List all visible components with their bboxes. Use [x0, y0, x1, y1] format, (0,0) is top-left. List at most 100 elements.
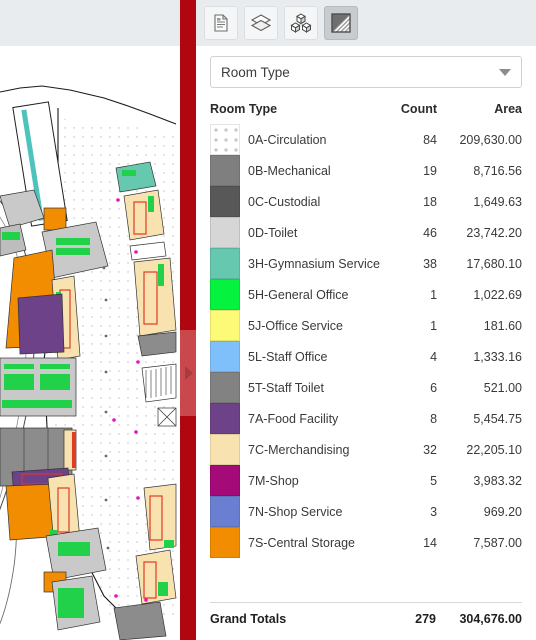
color-swatch: [210, 279, 240, 310]
layers-icon: [250, 14, 272, 32]
row-label: 5T-Staff Toilet: [248, 380, 324, 395]
row-label: 5L-Staff Office: [248, 349, 328, 364]
row-label: 5J-Office Service: [248, 318, 343, 333]
header-room-type[interactable]: Room Type: [210, 102, 380, 124]
table-row[interactable]: 5H-General Office 1 1,022.69: [210, 279, 522, 310]
row-count: 18: [423, 194, 438, 209]
chevron-down-icon: [499, 68, 511, 76]
row-label: 7M-Shop: [248, 473, 299, 488]
color-swatch: [210, 403, 240, 434]
row-count: 1: [430, 287, 438, 302]
grand-totals-container: Grand Totals 279 304,676.00: [196, 602, 536, 640]
row-area: 521.00: [483, 380, 522, 395]
legend-icon: [331, 13, 351, 33]
totals-divider: [210, 602, 522, 603]
row-area: 1,333.16: [473, 349, 522, 364]
panel-splitter[interactable]: [180, 0, 196, 640]
row-area: 17,680.10: [466, 256, 522, 271]
floor-plan-panel[interactable]: [0, 0, 180, 640]
row-color-swatch-cell: [210, 372, 240, 403]
row-area: 3,983.32: [473, 473, 522, 488]
row-label: 0A-Circulation: [248, 132, 327, 147]
grand-totals-area: 304,676.00: [459, 612, 522, 626]
row-count: 19: [423, 163, 438, 178]
header-area[interactable]: Area: [437, 102, 522, 124]
row-label: 7S-Central Storage: [248, 535, 356, 550]
grand-totals-count: 279: [415, 612, 436, 626]
legend-table: Room Type Count Area 0A-Circulation 84 209…: [210, 102, 522, 558]
row-area: 23,742.20: [466, 225, 522, 240]
color-swatch: [210, 217, 240, 248]
row-area: 1,022.69: [473, 287, 522, 302]
row-count: 84: [423, 132, 438, 147]
row-area: 22,205.10: [466, 442, 522, 457]
color-legend-button[interactable]: [324, 6, 358, 40]
row-color-swatch-cell: [210, 155, 240, 186]
row-label: 3H-Gymnasium Service: [248, 256, 380, 271]
row-color-swatch-cell: [210, 217, 240, 248]
table-row[interactable]: 0A-Circulation 84 209,630.00: [210, 124, 522, 155]
row-label: 0D-Toilet: [248, 225, 298, 240]
grand-totals-label: Grand Totals: [210, 612, 287, 626]
row-label: 0B-Mechanical: [248, 163, 331, 178]
color-swatch: [210, 465, 240, 496]
dropdown-selected-value: Room Type: [221, 64, 290, 80]
table-row[interactable]: 0D-Toilet 46 23,742.20: [210, 217, 522, 248]
row-area: 8,716.56: [473, 163, 522, 178]
table-row[interactable]: 3H-Gymnasium Service 38 17,680.10: [210, 248, 522, 279]
table-row[interactable]: 7C-Merchandising 32 22,205.10: [210, 434, 522, 465]
table-row[interactable]: 0C-Custodial 18 1,649.63: [210, 186, 522, 217]
row-area: 1,649.63: [473, 194, 522, 209]
row-count: 32: [423, 442, 438, 457]
row-count: 46: [423, 225, 438, 240]
floor-plan-drawing[interactable]: [0, 0, 180, 640]
row-count: 4: [430, 349, 438, 364]
header-count[interactable]: Count: [380, 102, 437, 124]
table-row[interactable]: 0B-Mechanical 19 8,716.56: [210, 155, 522, 186]
color-swatch: [210, 155, 240, 186]
table-row[interactable]: 7N-Shop Service 3 969.20: [210, 496, 522, 527]
row-color-swatch-cell: [210, 465, 240, 496]
table-row[interactable]: 5J-Office Service 1 181.60: [210, 310, 522, 341]
row-label: 7N-Shop Service: [248, 504, 343, 519]
panel-toolbar: [196, 0, 536, 46]
grand-totals-row: Grand Totals 279 304,676.00: [210, 612, 522, 640]
blocks-icon: [290, 13, 312, 33]
color-swatch: [210, 372, 240, 403]
row-label: 7C-Merchandising: [248, 442, 350, 457]
report-button[interactable]: [204, 6, 238, 40]
row-color-swatch-cell: [210, 434, 240, 465]
color-swatch: [210, 527, 240, 558]
table-row[interactable]: 7M-Shop 5 3,983.32: [210, 465, 522, 496]
filter-dropdown-container: Room Type: [196, 46, 536, 88]
layers-button[interactable]: [244, 6, 278, 40]
blocks-button[interactable]: [284, 6, 318, 40]
row-color-swatch-cell: [210, 186, 240, 217]
table-row[interactable]: 5L-Staff Office 4 1,333.16: [210, 341, 522, 372]
color-swatch: [210, 310, 240, 341]
application-window: Room Type Room Type Count Area 0A-Circul…: [0, 0, 536, 640]
room-type-dropdown[interactable]: Room Type: [210, 56, 522, 88]
color-swatch: [210, 124, 240, 155]
legend-panel: Room Type Room Type Count Area 0A-Circul…: [196, 0, 536, 640]
table-row[interactable]: 7A-Food Facility 8 5,454.75: [210, 403, 522, 434]
report-icon: [214, 14, 228, 32]
color-swatch: [210, 434, 240, 465]
row-color-swatch-cell: [210, 527, 240, 558]
table-row[interactable]: 7S-Central Storage 14 7,587.00: [210, 527, 522, 558]
row-area: 209,630.00: [459, 132, 522, 147]
color-swatch: [210, 496, 240, 527]
row-color-swatch-cell: [210, 496, 240, 527]
table-row[interactable]: 5T-Staff Toilet 6 521.00: [210, 372, 522, 403]
row-color-swatch-cell: [210, 310, 240, 341]
row-count: 6: [430, 380, 438, 395]
legend-rows: 0A-Circulation 84 209,630.00 0B-Mechanical 1…: [210, 124, 522, 558]
legend-table-container: Room Type Count Area 0A-Circulation 84 209…: [196, 102, 536, 598]
triangle-right-icon: [185, 366, 193, 380]
row-count: 1: [430, 318, 438, 333]
row-color-swatch-cell: [210, 248, 240, 279]
row-color-swatch-cell: [210, 279, 240, 310]
panel-collapse-handle[interactable]: [180, 330, 196, 416]
row-count: 14: [423, 535, 438, 550]
table-header-row: Room Type Count Area: [210, 102, 522, 124]
